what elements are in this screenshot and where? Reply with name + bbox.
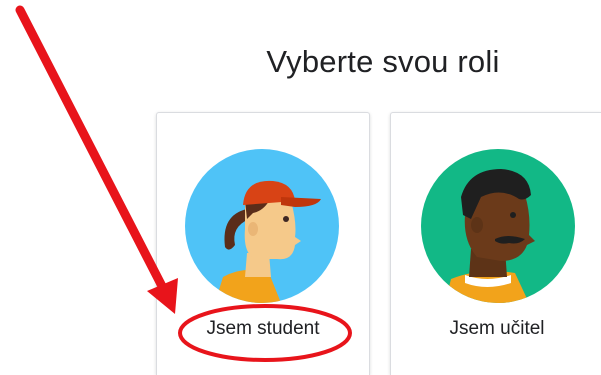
teacher-avatar-icon bbox=[421, 149, 575, 303]
student-avatar-icon bbox=[185, 149, 339, 303]
role-card-teacher[interactable]: Jsem učitel bbox=[390, 112, 601, 375]
page-title: Vyberte svou roli bbox=[266, 44, 500, 79]
role-card-student[interactable]: Jsem student bbox=[156, 112, 370, 375]
role-label-teacher: Jsem učitel bbox=[449, 318, 545, 339]
role-label-student: Jsem student bbox=[206, 318, 320, 339]
